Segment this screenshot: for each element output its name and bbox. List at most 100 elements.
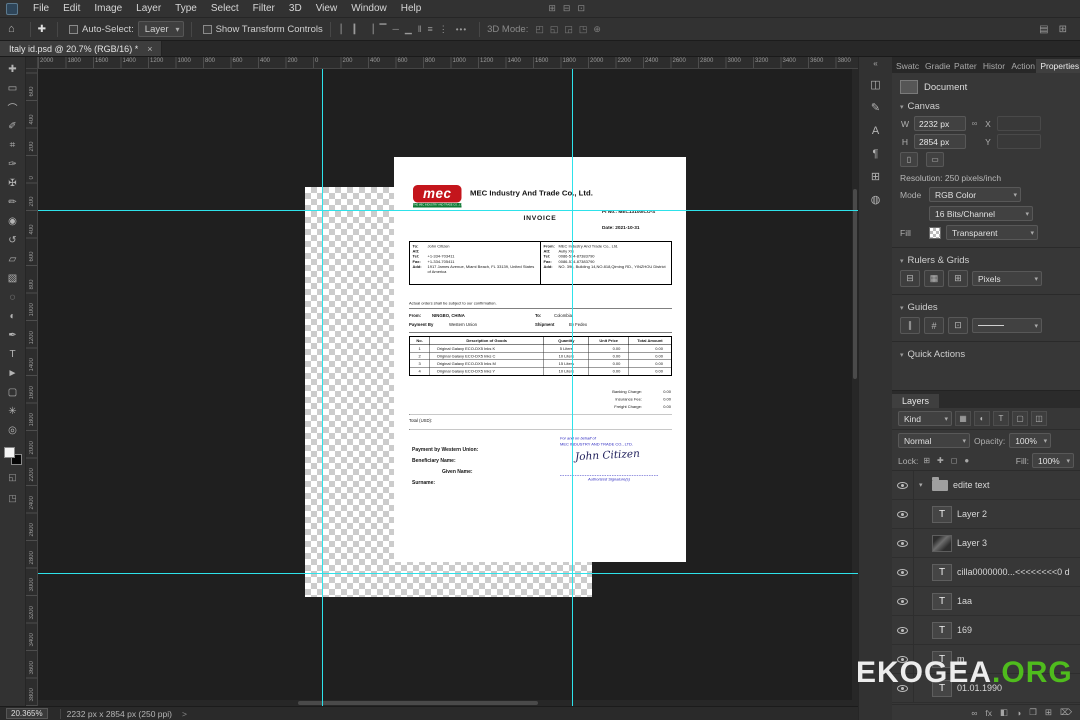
color-swatches[interactable] <box>3 447 22 465</box>
brush-settings-panel-icon[interactable]: ✎ <box>864 96 888 119</box>
status-options-arrow-icon[interactable] <box>182 709 187 719</box>
clear-guides-icon[interactable]: ⊡ <box>948 317 968 334</box>
blend-mode-dropdown[interactable]: Normal <box>898 433 970 448</box>
menu-item[interactable]: Window <box>344 0 394 18</box>
menu-item[interactable]: Filter <box>246 0 282 18</box>
workspace-icon[interactable]: ⊞ <box>1054 24 1072 35</box>
eyedropper-tool-icon[interactable]: ✑ <box>2 155 24 174</box>
lock-position-icon[interactable]: ✚ <box>935 456 946 465</box>
color-panel-icon[interactable]: ◫ <box>864 73 888 96</box>
group-expand-arrow-icon[interactable] <box>919 481 927 489</box>
toggle-grid-icon[interactable]: ▦ <box>924 270 944 287</box>
align-icon[interactable]: ▁ <box>402 24 415 35</box>
more-options-icon[interactable]: ••• <box>456 25 467 34</box>
filter-smart-objects-icon[interactable]: ◫ <box>1031 411 1047 426</box>
align-icon[interactable]: ▎ <box>351 24 364 35</box>
mode-3d-icon[interactable]: ◲ <box>561 24 576 35</box>
blur-tool-icon[interactable]: ◌ <box>2 288 24 307</box>
vertical-ruler[interactable]: 600 400 200 0 200 400 600 800 1000 1200 1400 1600 18… <box>26 69 38 706</box>
menubar-icon[interactable]: ⊟ <box>563 3 571 14</box>
toggle-rulers-icon[interactable]: ⊟ <box>900 270 920 287</box>
lock-all-icon[interactable]: ● <box>962 456 971 465</box>
menu-item[interactable]: View <box>309 0 345 18</box>
layer-group-icon[interactable]: ❒ <box>1029 707 1037 718</box>
rulers-grids-section-header[interactable]: Rulers & Grids <box>900 255 1072 266</box>
snap-icon[interactable]: ⊞ <box>948 270 968 287</box>
color-mode-dropdown[interactable]: RGB Color <box>929 187 1021 202</box>
layer-row[interactable]: 1aa <box>892 587 1080 616</box>
panel-tab[interactable]: Histor <box>979 59 1007 73</box>
move-tool-icon[interactable]: ✚ <box>2 60 24 79</box>
quick-actions-section-header[interactable]: Quick Actions <box>900 349 1072 360</box>
filter-adjustment-layers-icon[interactable]: ◐ <box>974 411 990 426</box>
lock-image-icon[interactable]: ◻ <box>949 456 960 465</box>
menu-item[interactable]: Help <box>394 0 429 18</box>
layer-visibility-toggle[interactable] <box>892 587 914 615</box>
layer-row[interactable]: edite text <box>892 471 1080 500</box>
new-layer-icon[interactable]: ⊞ <box>1045 707 1052 718</box>
crop-tool-icon[interactable]: ⌗ <box>2 136 24 155</box>
units-dropdown[interactable]: Pixels <box>972 271 1042 286</box>
foreground-color-swatch[interactable] <box>3 447 15 458</box>
filter-pixel-layers-icon[interactable]: ▦ <box>955 411 971 426</box>
layer-thumbnail[interactable] <box>932 621 952 639</box>
menubar-icon[interactable]: ⊡ <box>577 3 585 14</box>
paragraph-panel-icon[interactable]: ¶ <box>864 142 888 165</box>
layer-name[interactable]: 1aa <box>957 596 972 606</box>
bit-depth-dropdown[interactable]: 16 Bits/Channel <box>929 206 1033 221</box>
panel-tab[interactable]: Swatc <box>892 59 921 73</box>
move-tool-options-icon[interactable]: ✚ <box>38 24 46 35</box>
adjustments-panel-icon[interactable]: ◍ <box>864 188 888 211</box>
vertical-guide[interactable] <box>572 69 573 706</box>
menu-item[interactable]: Layer <box>129 0 168 18</box>
canvas-section-header[interactable]: Canvas <box>900 101 1072 112</box>
clone-stamp-tool-icon[interactable]: ◉ <box>2 212 24 231</box>
layer-name[interactable]: Layer 3 <box>957 538 987 548</box>
guide-style-dropdown[interactable] <box>972 318 1042 333</box>
tab-properties[interactable]: Properties <box>1036 59 1080 73</box>
menu-item[interactable]: 3D <box>282 0 309 18</box>
home-icon[interactable]: ⌂ <box>8 23 15 35</box>
layer-thumbnail[interactable] <box>932 563 952 581</box>
gradient-tool-icon[interactable]: ▧ <box>2 269 24 288</box>
menu-item[interactable]: Image <box>87 0 129 18</box>
adjustment-layer-icon[interactable]: ◑ <box>1016 708 1021 718</box>
align-icon[interactable]: ▕ <box>364 24 377 35</box>
shape-tool-icon[interactable]: ▢ <box>2 383 24 402</box>
layer-visibility-toggle[interactable] <box>892 558 914 586</box>
ruler-origin-corner[interactable] <box>26 57 38 69</box>
close-icon[interactable] <box>147 44 152 54</box>
layer-filter-kind-dropdown[interactable]: Kind <box>898 411 952 426</box>
link-dimensions-icon[interactable]: ∞ <box>970 119 979 128</box>
document-viewport[interactable]: mec THE MEC INDUSTRY AND TRADE CO., LTD … <box>38 69 858 706</box>
delete-layer-icon[interactable]: ⌦ <box>1060 707 1072 718</box>
layer-name[interactable]: cilla0000000...<<<<<<<<0 d <box>957 567 1070 577</box>
screen-mode-icon[interactable]: ◳ <box>2 489 24 507</box>
lock-transparent-icon[interactable]: ⊞ <box>921 456 932 465</box>
guides-section-header[interactable]: Guides <box>900 302 1072 313</box>
horizontal-ruler[interactable]: 2000 1800 1600 1400 1200 1000 800 600 400 200 0 200… <box>38 57 858 69</box>
layer-visibility-toggle[interactable] <box>892 500 914 528</box>
layer-row[interactable]: Layer 2 <box>892 500 1080 529</box>
fill-dropdown[interactable]: 100% <box>1032 453 1074 468</box>
show-transform-checkbox[interactable] <box>202 24 212 34</box>
filter-type-layers-icon[interactable]: T <box>993 411 1009 426</box>
layer-visibility-toggle[interactable] <box>892 529 914 557</box>
path-selection-tool-icon[interactable]: ► <box>2 364 24 383</box>
align-icon[interactable]: ▏ <box>338 24 351 35</box>
layer-name[interactable]: edite text <box>953 480 990 490</box>
auto-select-checkbox[interactable] <box>69 24 79 34</box>
vertical-guide[interactable] <box>322 69 323 706</box>
fill-dropdown[interactable]: Transparent <box>946 225 1038 240</box>
zoom-tool-icon[interactable]: ◎ <box>2 421 24 440</box>
width-field[interactable]: 2232 px <box>914 116 966 131</box>
document-tab[interactable]: Italy id.psd @ 20.7% (RGB/16) * <box>0 41 163 56</box>
panel-tab[interactable]: Patter <box>950 59 979 73</box>
mode-3d-icon[interactable]: ◱ <box>547 24 562 35</box>
mode-3d-icon[interactable]: ◳ <box>576 24 591 35</box>
type-tool-icon[interactable]: T <box>2 345 24 364</box>
lasso-tool-icon[interactable]: ⌒ <box>2 98 24 117</box>
layer-name[interactable]: 169 <box>957 625 972 635</box>
collapse-panels-icon[interactable]: « <box>873 59 877 68</box>
link-layers-icon[interactable]: ∞ <box>971 708 977 718</box>
